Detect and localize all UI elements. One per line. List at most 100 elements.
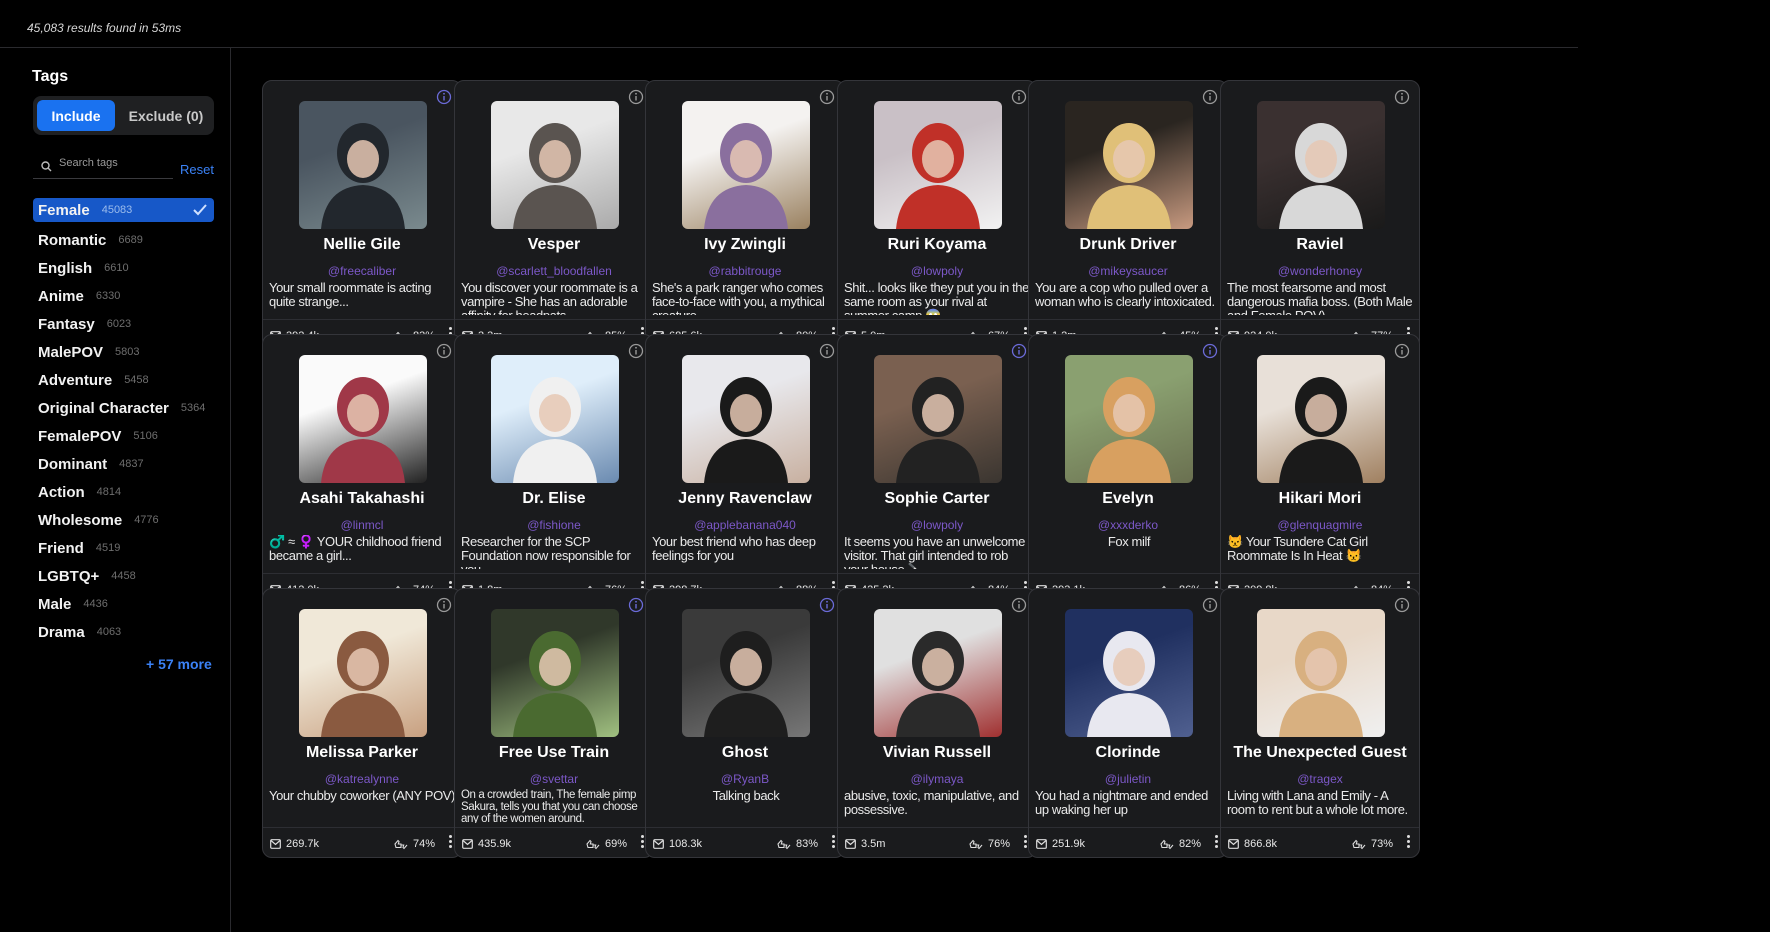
character-avatar[interactable] — [1257, 101, 1385, 229]
character-card[interactable]: Nellie Gile @freecaliber Your small roomma… — [262, 80, 462, 350]
character-name[interactable]: Melissa Parker — [263, 744, 461, 762]
character-avatar[interactable] — [1257, 355, 1385, 483]
info-icon[interactable] — [1202, 89, 1218, 105]
include-button[interactable]: Include — [37, 100, 115, 131]
character-card[interactable]: Dr. Elise @fishione Researcher for the SCP… — [454, 334, 654, 604]
tag-item[interactable]: Drama 4063 — [33, 618, 214, 646]
creator-handle[interactable]: @applebanana040 — [646, 518, 844, 532]
character-name[interactable]: Vivian Russell — [838, 744, 1036, 762]
more-tags-link[interactable]: + 57 more — [146, 656, 212, 672]
tag-item[interactable]: FemalePOV 5106 — [33, 422, 214, 450]
tag-item[interactable]: Fantasy 6023 — [33, 310, 214, 338]
character-name[interactable]: Asahi Takahashi — [263, 490, 461, 508]
info-icon[interactable] — [436, 343, 452, 359]
character-name[interactable]: Free Use Train — [455, 744, 653, 762]
character-name[interactable]: Ruri Koyama — [838, 236, 1036, 254]
creator-handle[interactable]: @mikeysaucer — [1029, 264, 1227, 278]
character-avatar[interactable] — [299, 101, 427, 229]
character-avatar[interactable] — [682, 355, 810, 483]
character-card[interactable]: Sophie Carter @lowpoly It seems you have a… — [837, 334, 1037, 604]
exclude-button[interactable]: Exclude (0) — [123, 100, 209, 131]
creator-handle[interactable]: @RyanB — [646, 772, 844, 786]
info-icon[interactable] — [628, 597, 644, 613]
character-name[interactable]: Raviel — [1221, 236, 1419, 254]
info-icon[interactable] — [819, 597, 835, 613]
character-avatar[interactable] — [682, 101, 810, 229]
character-avatar[interactable] — [299, 355, 427, 483]
info-icon[interactable] — [819, 89, 835, 105]
character-card[interactable]: The Unexpected Guest @tragex Living with L… — [1220, 588, 1420, 858]
character-card[interactable]: Raviel @wonderhoney The most fearsome and … — [1220, 80, 1420, 350]
creator-handle[interactable]: @julietin — [1029, 772, 1227, 786]
tag-item[interactable]: English 6610 — [33, 254, 214, 282]
character-card[interactable]: Free Use Train @svettar On a crowded train… — [454, 588, 654, 858]
info-icon[interactable] — [1394, 89, 1410, 105]
info-icon[interactable] — [1202, 343, 1218, 359]
info-icon[interactable] — [436, 89, 452, 105]
creator-handle[interactable]: @glenquagmire — [1221, 518, 1419, 532]
tag-item[interactable]: Original Character 5364 — [33, 394, 214, 422]
info-icon[interactable] — [1202, 597, 1218, 613]
character-name[interactable]: Ghost — [646, 744, 844, 762]
creator-handle[interactable]: @xxxderko — [1029, 518, 1227, 532]
tag-item[interactable]: Anime 6330 — [33, 282, 214, 310]
character-avatar[interactable] — [1065, 609, 1193, 737]
character-name[interactable]: Ivy Zwingli — [646, 236, 844, 254]
tag-item[interactable]: Romantic 6689 — [33, 226, 214, 254]
info-icon[interactable] — [1011, 597, 1027, 613]
character-card[interactable]: Drunk Driver @mikeysaucer You are a cop wh… — [1028, 80, 1228, 350]
creator-handle[interactable]: @lowpoly — [838, 264, 1036, 278]
character-name[interactable]: Vesper — [455, 236, 653, 254]
creator-handle[interactable]: @ilymaya — [838, 772, 1036, 786]
tag-item[interactable]: Adventure 5458 — [33, 366, 214, 394]
character-name[interactable]: Nellie Gile — [263, 236, 461, 254]
creator-handle[interactable]: @rabbitrouge — [646, 264, 844, 278]
info-icon[interactable] — [1394, 343, 1410, 359]
tag-item[interactable]: Friend 4519 — [33, 534, 214, 562]
character-avatar[interactable] — [874, 355, 1002, 483]
tag-search-input[interactable] — [59, 157, 169, 169]
tag-item[interactable]: Female 45083 — [33, 198, 214, 222]
character-card[interactable]: Evelyn@xxxderkoFox milf293.1k86% — [1028, 334, 1228, 604]
tag-item[interactable]: Wholesome 4776 — [33, 506, 214, 534]
character-card[interactable]: Melissa Parker @katrealynne Your chubby co… — [262, 588, 462, 858]
character-card[interactable]: Ivy Zwingli @rabbitrouge She's a park rang… — [645, 80, 845, 350]
tag-item[interactable]: MalePOV 5803 — [33, 338, 214, 366]
info-icon[interactable] — [628, 343, 644, 359]
creator-handle[interactable]: @wonderhoney — [1221, 264, 1419, 278]
more-options-icon[interactable] — [832, 835, 836, 849]
character-card[interactable]: Asahi Takahashi @linmcl ♂️ ≈ ♀️ YOUR child… — [262, 334, 462, 604]
character-name[interactable]: Drunk Driver — [1029, 236, 1227, 254]
info-icon[interactable] — [1011, 343, 1027, 359]
character-name[interactable]: Evelyn — [1029, 490, 1227, 508]
character-avatar[interactable] — [1257, 609, 1385, 737]
character-avatar[interactable] — [299, 609, 427, 737]
more-options-icon[interactable] — [1407, 835, 1411, 849]
character-card[interactable]: Clorinde @julietin You had a nightmare and… — [1028, 588, 1228, 858]
creator-handle[interactable]: @freecaliber — [263, 264, 461, 278]
info-icon[interactable] — [819, 343, 835, 359]
creator-handle[interactable]: @fishione — [455, 518, 653, 532]
character-avatar[interactable] — [491, 101, 619, 229]
character-card[interactable]: Vivian Russell @ilymaya abusive, toxic, ma… — [837, 588, 1037, 858]
character-name[interactable]: Jenny Ravenclaw — [646, 490, 844, 508]
tag-item[interactable]: Male 4436 — [33, 590, 214, 618]
more-options-icon[interactable] — [1215, 835, 1219, 849]
character-avatar[interactable] — [1065, 101, 1193, 229]
tag-item[interactable]: Dominant 4837 — [33, 450, 214, 478]
reset-link[interactable]: Reset — [180, 162, 214, 177]
character-card[interactable]: Jenny Ravenclaw @applebanana040 Your best … — [645, 334, 845, 604]
info-icon[interactable] — [1011, 89, 1027, 105]
character-name[interactable]: Dr. Elise — [455, 490, 653, 508]
creator-handle[interactable]: @linmcl — [263, 518, 461, 532]
info-icon[interactable] — [628, 89, 644, 105]
character-card[interactable]: Ruri Koyama @lowpoly Shit... looks like th… — [837, 80, 1037, 350]
creator-handle[interactable]: @tragex — [1221, 772, 1419, 786]
character-avatar[interactable] — [491, 609, 619, 737]
character-avatar[interactable] — [491, 355, 619, 483]
character-name[interactable]: The Unexpected Guest — [1221, 744, 1419, 762]
character-avatar[interactable] — [874, 609, 1002, 737]
character-avatar[interactable] — [682, 609, 810, 737]
info-icon[interactable] — [1394, 597, 1410, 613]
more-options-icon[interactable] — [449, 835, 453, 849]
